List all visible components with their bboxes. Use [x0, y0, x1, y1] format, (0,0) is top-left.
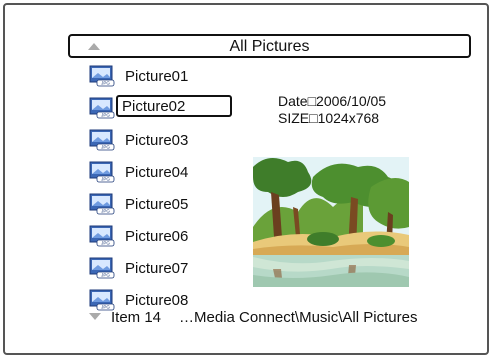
landscape-thumbnail: [253, 157, 409, 287]
jpg-file-icon: [89, 65, 115, 87]
date-text: Date□2006/10/05: [278, 93, 387, 109]
list-item-label: Picture02: [116, 95, 232, 117]
jpg-file-icon: [89, 193, 115, 215]
picture-list: Picture01 Picture02 Picture03 Picture04 …: [89, 62, 259, 318]
list-item[interactable]: Picture03: [89, 126, 259, 158]
item-count: Item 14: [111, 309, 162, 326]
jpg-file-icon: [89, 289, 115, 311]
jpg-file-icon: [89, 161, 115, 183]
picture-preview: [253, 157, 409, 287]
list-item-label: Picture01: [125, 68, 189, 85]
jpg-file-icon: [89, 225, 115, 247]
list-item-label: Picture04: [125, 164, 189, 181]
list-item-label: Picture03: [125, 132, 189, 149]
list-item[interactable]: Picture05: [89, 190, 259, 222]
list-item[interactable]: Picture07: [89, 254, 259, 286]
folder-title: All Pictures: [229, 38, 310, 55]
list-item[interactable]: Picture06: [89, 222, 259, 254]
size-text: SIZE□1024x768: [278, 110, 380, 126]
list-item[interactable]: Picture01: [89, 62, 259, 94]
list-item-label: Picture08: [125, 292, 189, 309]
list-item-label: Picture06: [125, 228, 189, 245]
list-item-label: Picture05: [125, 196, 189, 213]
list-item-label: Picture07: [125, 260, 189, 277]
folder-path: …Media Connect\Music\All Pictures: [179, 309, 418, 326]
list-item[interactable]: Picture04: [89, 158, 259, 190]
jpg-file-icon: [89, 97, 115, 119]
jpg-file-icon: [89, 129, 115, 151]
status-bar: Item 14 …Media Connect\Music\All Pictures: [89, 309, 417, 326]
picture-info: Date□2006/10/05 SIZE□1024x768: [278, 93, 386, 127]
list-item-selected[interactable]: Picture02: [89, 94, 259, 126]
jpg-file-icon: [89, 257, 115, 279]
scroll-down-icon[interactable]: [89, 313, 101, 321]
folder-header[interactable]: All Pictures: [68, 34, 471, 58]
